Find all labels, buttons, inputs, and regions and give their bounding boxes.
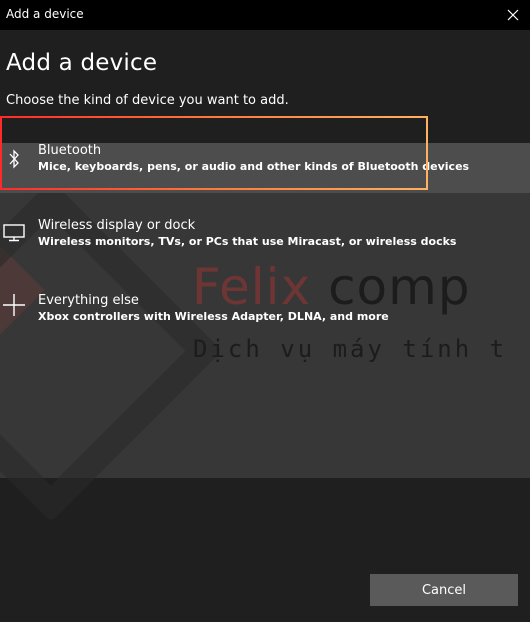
bluetooth-icon — [2, 147, 26, 171]
window-title: Add a device — [6, 7, 84, 21]
option-title: Bluetooth — [38, 143, 102, 158]
page-title: Add a device — [6, 50, 158, 76]
option-title: Everything else — [38, 293, 139, 308]
option-title: Wireless display or dock — [38, 218, 196, 233]
page-subtitle: Choose the kind of device you want to ad… — [6, 93, 289, 108]
option-description: Wireless monitors, TVs, or PCs that use … — [38, 235, 457, 248]
monitor-icon — [2, 221, 26, 245]
close-icon — [507, 9, 519, 21]
option-description: Xbox controllers with Wireless Adapter, … — [38, 310, 389, 323]
title-bar: Add a device — [0, 0, 530, 30]
cancel-button[interactable]: Cancel — [370, 574, 518, 606]
plus-icon — [2, 293, 26, 317]
option-wireless-display[interactable]: Wireless display or dock Wireless monito… — [0, 218, 530, 268]
option-everything-else[interactable]: Everything else Xbox controllers with Wi… — [0, 293, 530, 343]
option-bluetooth[interactable]: Bluetooth Mice, keyboards, pens, or audi… — [0, 143, 530, 193]
close-button[interactable] — [496, 0, 530, 30]
option-description: Mice, keyboards, pens, or audio and othe… — [38, 160, 470, 173]
